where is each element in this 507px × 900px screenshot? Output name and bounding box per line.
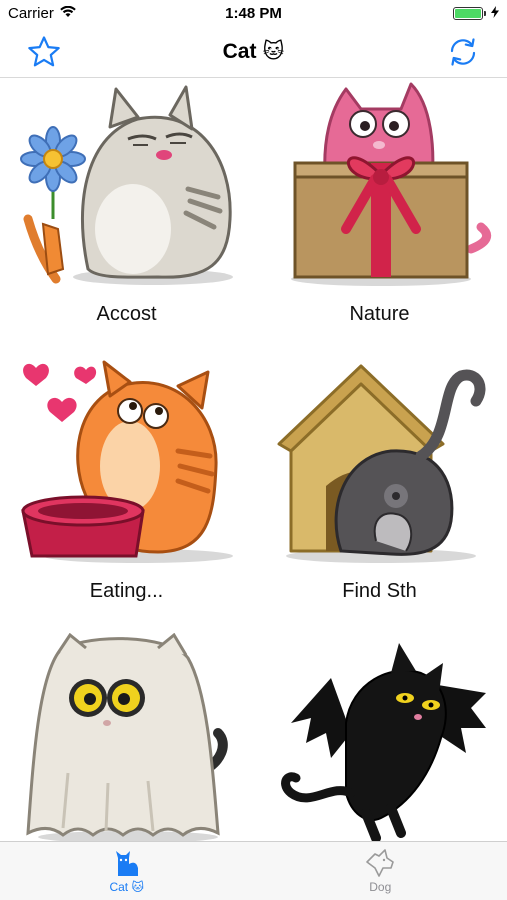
cat-with-flower-image	[20, 85, 233, 285]
tab-cat-emoji: 🐱	[131, 880, 145, 894]
tab-cat-label: Cat	[109, 880, 129, 894]
tab-bar: Cat 🐱 Dog	[0, 841, 507, 900]
ghost-cat-image	[26, 633, 228, 841]
charging-bolt-icon	[491, 5, 499, 22]
sticker-cell[interactable]	[253, 633, 506, 841]
refresh-button[interactable]	[445, 34, 481, 70]
favorite-button[interactable]	[26, 34, 62, 70]
tab-cat[interactable]: Cat 🐱	[0, 842, 254, 900]
sticker-cell[interactable]: Accost	[0, 79, 253, 356]
cat-with-hearts-and-bowl-image	[21, 360, 233, 563]
sticker-cell[interactable]: Find Sth	[253, 356, 506, 633]
sticker-grid: Accost Nature Eating... Find Sth	[0, 79, 507, 841]
bat-cat-image	[281, 643, 486, 841]
page-title: Cat 🐱	[222, 39, 285, 64]
sticker-label: Nature	[349, 303, 410, 325]
battery-icon	[453, 6, 486, 20]
sticker-cell[interactable]: Nature	[253, 79, 506, 356]
sticker-cell[interactable]: Eating...	[0, 356, 253, 633]
wifi-icon	[60, 5, 76, 22]
sticker-cell[interactable]	[0, 633, 253, 841]
tab-dog[interactable]: Dog	[254, 842, 507, 900]
sticker-label: Eating...	[89, 580, 164, 602]
status-time: 1:48 PM	[225, 4, 282, 22]
sticker-label: Accost	[96, 303, 157, 325]
sticker-label: Find Sth	[342, 580, 417, 602]
cat-in-gift-box-image	[291, 82, 492, 286]
cat-in-doghouse-image	[277, 364, 486, 563]
tab-dog-label: Dog	[369, 880, 392, 894]
navigation-bar: Cat 🐱	[0, 26, 507, 78]
star-icon	[28, 36, 60, 67]
carrier-label: Carrier	[8, 4, 54, 22]
refresh-icon	[450, 38, 476, 66]
cat-tab-icon	[115, 851, 138, 876]
dog-tab-icon	[366, 849, 395, 877]
status-bar: Carrier 1:48 PM	[0, 0, 507, 26]
cat-emoji: 🐱	[262, 40, 285, 63]
